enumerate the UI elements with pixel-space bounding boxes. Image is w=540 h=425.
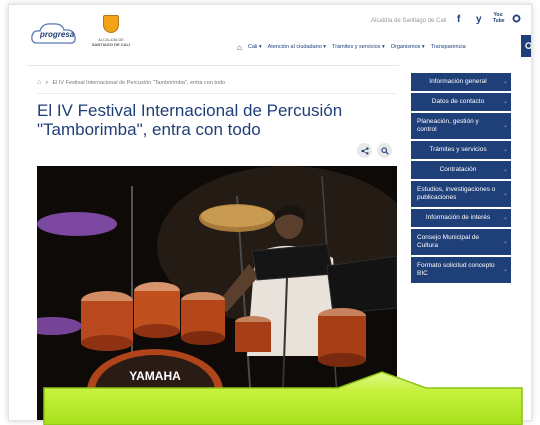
sidebar-item-planeacion[interactable]: Planeación, gestión y control ⌄: [411, 113, 511, 139]
facebook-icon[interactable]: f: [457, 14, 460, 25]
sidebar-item-label: Contratación: [439, 166, 477, 173]
settings-icon[interactable]: [512, 14, 521, 26]
magnifier-icon: [380, 146, 389, 155]
site-link[interactable]: Alcaldía de Santiago de Cali: [371, 18, 446, 24]
sidebar-item-estudios[interactable]: Estudios, investigaciones o publicacione…: [411, 181, 511, 207]
sidebar-item-label: Consejo Municipal de Cultura: [417, 234, 480, 249]
youtube-icon[interactable]: You Tube: [493, 12, 505, 24]
sidebar-item-label: Planeación, gestión y control: [417, 118, 479, 133]
share-icon: [360, 146, 369, 155]
search-button[interactable]: [521, 35, 531, 57]
sidebar-item-informacion-general[interactable]: Información general ⌄: [411, 73, 511, 91]
zoom-button[interactable]: [377, 143, 392, 158]
chevron-down-icon: ⌄: [502, 239, 508, 245]
browser-frame: progresa ALCALDÍA DE SANTIAGO DE CALI Al…: [8, 4, 532, 421]
nav-label: Organismos: [390, 44, 421, 50]
nav-label: Transparencia: [430, 44, 466, 50]
sidebar-item-label: Información de interés: [425, 214, 491, 221]
main-nav: ⌂ Cali ▾ Atención al ciudadano ▾ Trámite…: [237, 41, 466, 53]
share-button[interactable]: [357, 143, 372, 158]
twitter-icon[interactable]: y: [476, 14, 482, 25]
sidebar-item-label: Formato solicitud concepto BIC: [417, 262, 495, 277]
home-icon[interactable]: ⌂: [237, 43, 242, 52]
sidebar-item-contratacion[interactable]: Contratación ⌄: [411, 161, 511, 179]
breadcrumb-home-icon[interactable]: ⌂: [37, 79, 41, 86]
chevron-down-icon: ⌄: [502, 215, 508, 221]
progresa-logo[interactable]: progresa: [29, 19, 79, 49]
breadcrumb: ⌂ > El IV Festival Internacional de Perc…: [37, 79, 225, 86]
chevron-down-icon: ⌄: [502, 267, 508, 273]
alcaldia-logo[interactable]: ALCALDÍA DE SANTIAGO DE CALI: [91, 15, 131, 55]
breadcrumb-separator: >: [45, 79, 49, 86]
alcaldia-line2: SANTIAGO DE CALI: [91, 42, 131, 47]
sidebar-item-informacion-interes[interactable]: Información de interés ⌄: [411, 209, 511, 227]
breadcrumb-divider: [37, 93, 397, 94]
sidebar-item-formato-bic[interactable]: Formato solicitud concepto BIC ⌄: [411, 257, 511, 283]
coat-of-arms-icon: [103, 15, 119, 33]
sidebar-item-label: Estudios, investigaciones o publicacione…: [417, 186, 496, 201]
sidebar-menu: Información general ⌄ Datos de contacto …: [411, 73, 511, 285]
chevron-down-icon: ⌄: [502, 123, 508, 129]
sidebar-item-label: Trámites y servicios: [429, 146, 487, 153]
nav-item-cali[interactable]: Cali ▾: [248, 44, 262, 50]
sidebar-item-label: Datos de contacto: [431, 98, 485, 105]
nav-label: Atención al ciudadano: [267, 44, 322, 50]
callout-banner: [42, 364, 540, 425]
progresa-logo-text: progresa: [40, 30, 75, 39]
chevron-down-icon: ⌄: [502, 79, 508, 85]
sidebar-item-tramites[interactable]: Trámites y servicios ⌄: [411, 141, 511, 159]
chevron-down-icon: ⌄: [502, 147, 508, 153]
sidebar-item-consejo[interactable]: Consejo Municipal de Cultura ⌄: [411, 229, 511, 255]
sidebar-item-label: Información general: [429, 78, 487, 85]
header-divider: [27, 65, 399, 66]
nav-label: Cali: [247, 44, 258, 50]
search-icon: [524, 41, 531, 49]
nav-item-transparencia[interactable]: Transparencia: [431, 44, 466, 50]
nav-item-tramites[interactable]: Trámites y servicios ▾: [332, 44, 385, 50]
chevron-down-icon: ⌄: [502, 99, 508, 105]
page-title: El IV Festival Internacional de Percusió…: [37, 101, 343, 139]
nav-item-atencion[interactable]: Atención al ciudadano ▾: [268, 44, 326, 50]
sidebar-item-datos-contacto[interactable]: Datos de contacto ⌄: [411, 93, 511, 111]
nav-label: Trámites y servicios: [332, 44, 381, 50]
chevron-down-icon: ⌄: [502, 191, 508, 197]
chevron-down-icon: ⌄: [502, 167, 508, 173]
nav-item-organismos[interactable]: Organismos ▾: [391, 44, 425, 50]
breadcrumb-current: El IV Festival Internacional de Percusió…: [52, 79, 226, 86]
